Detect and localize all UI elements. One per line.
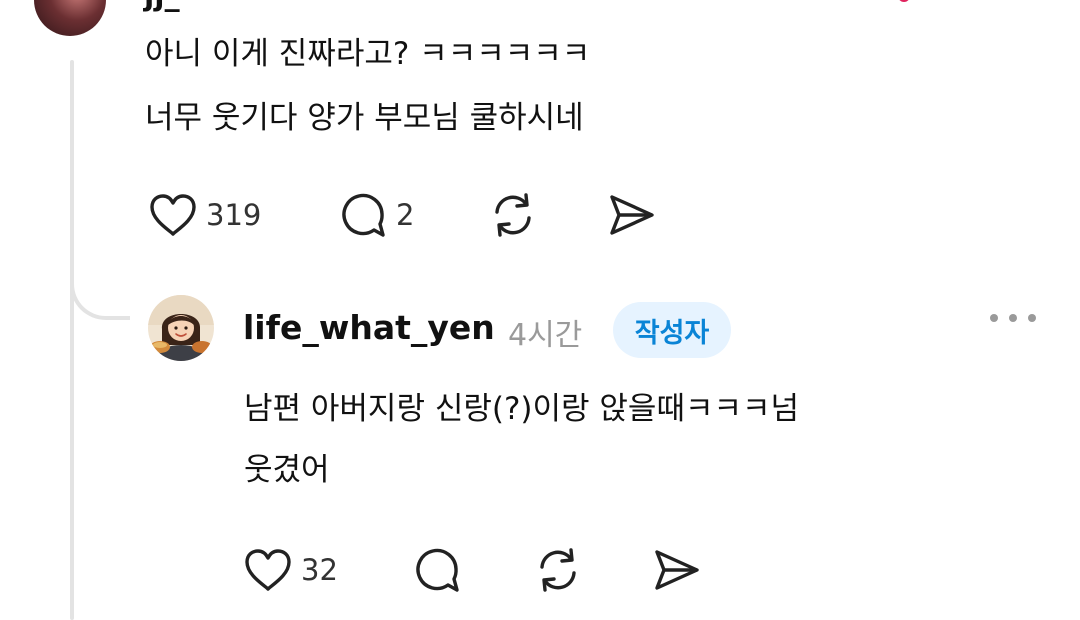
reply-connector	[70, 250, 130, 320]
comment-bubble-icon	[338, 190, 388, 240]
reply-like-count: 32	[301, 553, 338, 587]
top-post-like-count: 319	[206, 198, 262, 232]
more-options-button[interactable]	[990, 303, 1036, 333]
reply-avatar[interactable]	[148, 295, 214, 361]
heart-icon	[243, 547, 293, 593]
top-post-text-line-2: 너무 웃기다 양가 부모님 쿨하시네	[145, 100, 584, 136]
reply-like-button[interactable]: 32	[243, 545, 338, 595]
top-post-comment-button[interactable]: 2	[338, 190, 414, 240]
thread-line	[70, 60, 74, 620]
reply-comment-button[interactable]	[412, 545, 462, 595]
send-icon	[606, 190, 656, 240]
heart-icon	[148, 192, 198, 238]
send-icon	[651, 545, 701, 595]
comment-bubble-icon	[412, 545, 462, 595]
top-post-username[interactable]: jj_	[144, 0, 180, 13]
more-dots-icon	[1009, 314, 1017, 322]
reply-timestamp: 4시간	[508, 318, 583, 353]
top-post-indicator	[898, 0, 910, 2]
more-dots-icon	[990, 314, 998, 322]
reply-text-line-1: 남편 아버지랑 신랑(?)이랑 앉을때ㅋㅋㅋ넘	[244, 391, 800, 427]
repost-icon	[488, 190, 538, 240]
reply-repost-button[interactable]	[533, 545, 583, 595]
repost-icon	[533, 545, 583, 595]
more-dots-icon	[1028, 314, 1036, 322]
top-post-text-line-1: 아니 이게 진짜라고? ㅋㅋㅋㅋㅋㅋ	[145, 36, 591, 72]
top-post-share-button[interactable]	[606, 190, 656, 240]
reply-username[interactable]: life_what_yen	[243, 308, 495, 347]
top-post-avatar[interactable]	[34, 0, 106, 36]
top-post-like-button[interactable]: 319	[148, 190, 261, 240]
top-post-comment-count: 2	[396, 198, 415, 232]
author-badge: 작성자	[613, 302, 731, 358]
reply-text-line-2: 웃겼어	[244, 452, 330, 488]
top-post-repost-button[interactable]	[488, 190, 538, 240]
reply-share-button[interactable]	[651, 545, 701, 595]
